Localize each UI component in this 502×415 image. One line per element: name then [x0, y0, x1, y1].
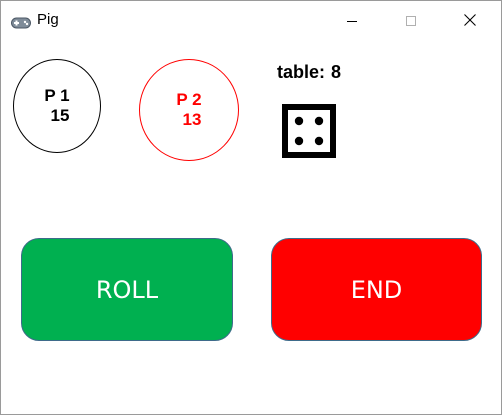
gamepad-icon: [11, 14, 31, 29]
player-2-label: P 2: [176, 90, 202, 109]
player-1-badge: P 1 15: [13, 59, 101, 153]
player-1-label: P 1: [44, 86, 70, 105]
player-2-badge: P 2 13: [139, 59, 239, 161]
close-icon: [464, 11, 476, 30]
minimize-icon: [347, 11, 357, 30]
app-window: Pig P 1 15 P 2 13 table: 8 ROLL END: [0, 0, 502, 415]
end-button[interactable]: END: [271, 238, 482, 341]
table-value: 8: [331, 62, 342, 82]
roll-button[interactable]: ROLL: [21, 238, 233, 341]
maximize-button[interactable]: [388, 1, 434, 40]
table-total: table: 8: [277, 62, 341, 83]
player-1-score: 15: [50, 106, 70, 125]
close-button[interactable]: [447, 1, 493, 40]
die-face-4-icon: [282, 104, 336, 158]
window-title: Pig: [37, 11, 59, 28]
maximize-icon: [406, 11, 416, 30]
table-label: table:: [277, 62, 326, 82]
player-2-score: 13: [182, 110, 202, 129]
title-bar[interactable]: Pig: [1, 1, 501, 40]
minimize-button[interactable]: [329, 1, 375, 40]
